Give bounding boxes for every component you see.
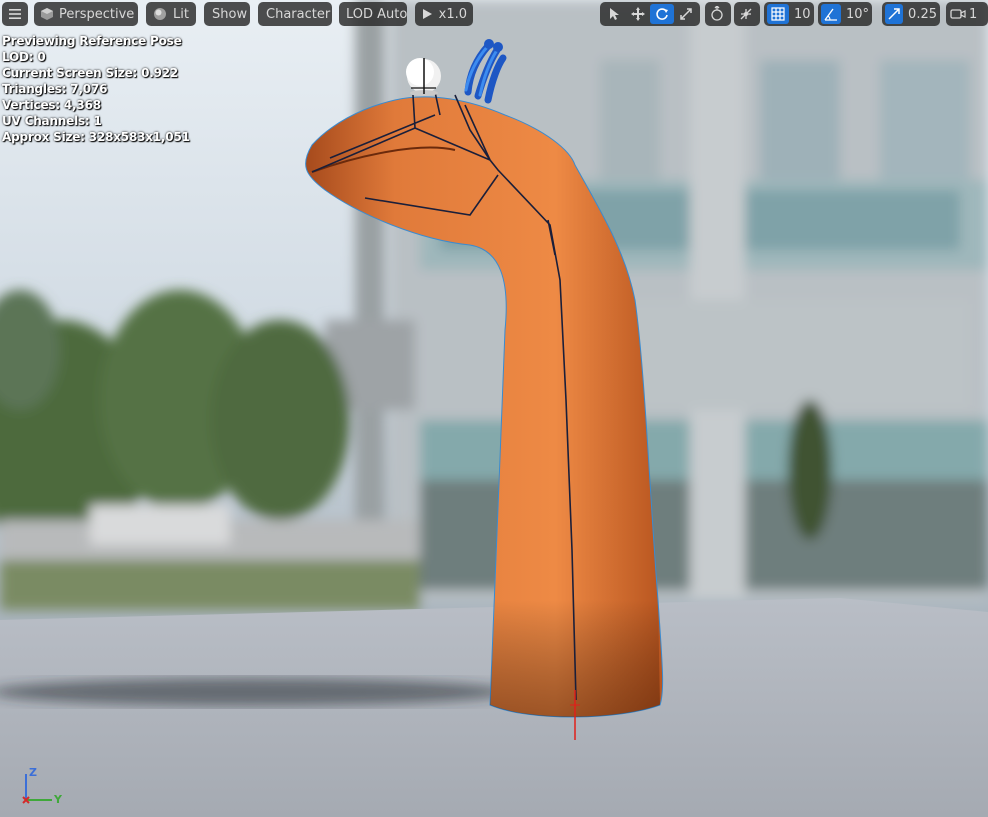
rotate-icon[interactable] (650, 4, 674, 24)
translate-icon[interactable] (626, 4, 650, 24)
camera-speed-button[interactable]: 1 (946, 2, 988, 26)
lod-label: LOD Auto (346, 6, 408, 22)
vertices-stat: Vertices: 4,368 (2, 98, 101, 112)
surface-snap-button[interactable] (734, 2, 760, 26)
preview-status: Previewing Reference Pose (2, 34, 182, 48)
viewport[interactable]: Perspective Lit Show Character LOD Auto … (0, 0, 988, 817)
grid-snap-value: 10 (794, 6, 811, 22)
show-button[interactable]: Show (204, 2, 250, 26)
coordinate-system-button[interactable] (705, 2, 731, 26)
axis-y-label: Y (54, 793, 62, 806)
axis-gizmo: Z Y (16, 766, 66, 810)
lod-stat: LOD: 0 (2, 50, 46, 64)
viewport-menu-button[interactable] (2, 2, 28, 26)
lit-sphere-icon (152, 6, 168, 22)
play-icon (421, 6, 434, 22)
grid-snap-button[interactable]: 10 (764, 2, 814, 26)
triangles-stat: Triangles: 7,076 (2, 82, 108, 96)
axis-z-label: Z (29, 766, 37, 779)
select-arrow-icon[interactable] (602, 4, 626, 24)
uv-channels-stat: UV Channels: 1 (2, 114, 102, 128)
scale-snap-value: 0.25 (908, 6, 937, 22)
screen-size-stat: Current Screen Size: 0.922 (2, 66, 179, 80)
scale-icon[interactable] (674, 4, 698, 24)
cube-icon (40, 6, 54, 22)
show-label: Show (212, 6, 248, 22)
scale-snap-button[interactable]: 0.25 (882, 2, 940, 26)
character-label: Character (266, 6, 331, 22)
hamburger-icon (7, 6, 23, 22)
play-speed-button[interactable]: x1.0 (415, 2, 473, 26)
surface-snap-icon (738, 6, 754, 22)
viewport-stats: Previewing Reference Pose LOD: 0 Current… (2, 33, 190, 145)
lighting-label: Lit (173, 6, 189, 22)
approx-size-stat: Approx Size: 328x583x1,051 (2, 130, 190, 144)
play-speed-label: x1.0 (438, 6, 467, 22)
transform-tools-group (600, 2, 700, 26)
rotation-snap-value: 10° (845, 6, 869, 22)
view-mode-button[interactable]: Perspective (34, 2, 138, 26)
world-icon (709, 6, 725, 22)
angle-icon (821, 4, 841, 24)
camera-speed-value: 1 (969, 6, 978, 22)
camera-icon (950, 6, 966, 22)
lighting-mode-button[interactable]: Lit (146, 2, 196, 26)
rotation-snap-button[interactable]: 10° (818, 2, 872, 26)
view-mode-label: Perspective (59, 6, 135, 22)
scale-snap-icon (885, 4, 904, 24)
character-button[interactable]: Character (258, 2, 332, 26)
grid-icon (767, 4, 789, 24)
lod-button[interactable]: LOD Auto (339, 2, 407, 26)
